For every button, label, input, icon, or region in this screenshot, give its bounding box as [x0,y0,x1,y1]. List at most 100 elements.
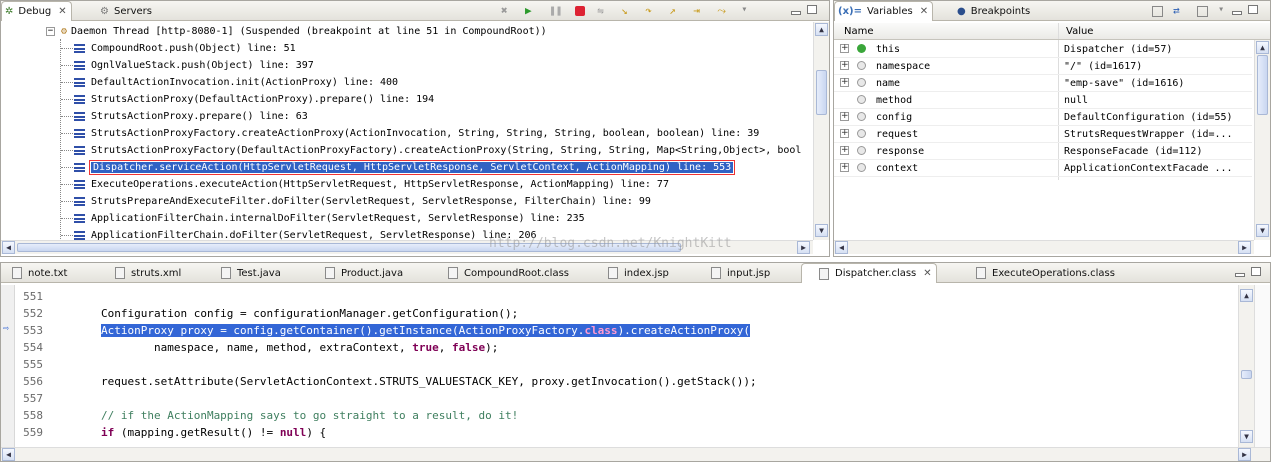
minimize-button[interactable] [1235,273,1245,277]
editor-tab[interactable]: struts.xml [98,263,185,283]
expand-icon[interactable]: + [840,163,849,172]
variables-icon: (x)= [838,6,862,17]
scroll-right-arrow[interactable]: ▶ [1238,241,1251,254]
maximize-button[interactable] [1248,5,1258,14]
tab-breakpoints[interactable]: ● Breakpoints [954,1,1034,21]
editor-tab[interactable]: Test.java [204,263,285,283]
code-editor[interactable]: ⇨ 551 552 Configuration config = configur… [1,285,1239,447]
resume-icon[interactable]: ▶ [525,4,539,18]
expand-icon[interactable]: + [840,129,849,138]
editor-vertical-scrollbar[interactable]: ▲ ▼ [1238,285,1254,447]
variable-row[interactable]: method null [834,92,1252,109]
expand-icon[interactable]: + [840,146,849,155]
view-menu-icon[interactable]: ▾ [1218,4,1232,18]
tab-servers[interactable]: ⚙ Servers [97,1,156,21]
variable-row[interactable]: + namespace "/" (id=1617) [834,58,1252,75]
show-type-names-icon[interactable] [1152,5,1163,17]
step-into-icon[interactable]: ↘ [621,4,635,18]
expand-icon[interactable]: + [840,61,849,70]
code-line[interactable]: namespace, name, method, extraContext, t… [48,341,498,354]
step-return-icon[interactable]: ↗ [669,4,683,18]
stack-frame-row[interactable]: ExecuteOperations.executeAction(HttpServ… [61,176,669,193]
close-icon[interactable]: ✕ [58,6,66,17]
scroll-up-arrow[interactable]: ▲ [1256,41,1269,54]
variables-vertical-scrollbar[interactable]: ▲ ▼ [1254,40,1270,240]
variable-row[interactable]: + response ResponseFacade (id=112) [834,143,1252,160]
thread-row[interactable]: − ⚙ Daemon Thread [http-8080-1] (Suspend… [46,23,547,40]
code-line[interactable]: // if the ActionMapping says to go strai… [48,409,518,422]
stack-frame-row[interactable]: CompoundRoot.push(Object) line: 51 [61,40,296,57]
stack-frame-row[interactable]: StrutsActionProxyFactory.createActionPro… [61,125,759,142]
stack-frame-row[interactable]: StrutsActionProxy(DefaultActionProxy).pr… [61,91,434,108]
editor-tab[interactable]: Dispatcher.class ✕ [801,263,937,283]
scroll-thumb[interactable] [1257,55,1268,115]
code-line[interactable]: if (mapping.getResult() != null) { [48,426,326,439]
editor-area: note.txt struts.xml Test.java Product.java C… [0,262,1271,462]
scroll-down-arrow[interactable]: ▼ [1240,430,1253,443]
scroll-right-arrow[interactable]: ▶ [1238,448,1251,461]
show-logical-structure-icon[interactable]: ⇄ [1173,4,1187,18]
column-name-header[interactable]: Name [844,26,874,37]
scroll-down-arrow[interactable]: ▼ [815,224,828,237]
stack-frame-row[interactable]: OgnlValueStack.push(Object) line: 397 [61,57,314,74]
scroll-left-arrow[interactable]: ◀ [2,448,15,461]
editor-tab[interactable]: index.jsp [591,263,673,283]
close-icon[interactable]: ✕ [923,268,931,279]
stack-frame-row[interactable]: DefaultActionInvocation.init(ActionProxy… [61,74,398,91]
scroll-up-arrow[interactable]: ▲ [815,23,828,36]
expand-icon[interactable]: + [840,44,849,53]
close-icon[interactable]: ✕ [920,6,928,17]
editor-tab[interactable]: Product.java [308,263,407,283]
maximize-button[interactable] [807,5,817,14]
code-line[interactable]: Configuration config = configurationMana… [48,307,518,320]
scroll-right-arrow[interactable]: ▶ [797,241,810,254]
ruler-gutter[interactable] [1,285,15,447]
scroll-thumb[interactable] [1241,370,1252,379]
step-over-icon[interactable]: ↷ [645,4,659,18]
stack-frame-row[interactable]: StrutsActionProxy.prepare() line: 63 [61,108,308,125]
code-line[interactable]: request.setAttribute(ServletActionContex… [48,375,757,388]
minimize-button[interactable] [791,11,801,15]
variable-value: "/" (id=1617) [1064,60,1143,72]
remove-terminated-icon[interactable]: ✖ [501,4,515,18]
variable-row[interactable]: + this Dispatcher (id=57) [834,41,1252,58]
tab-debug[interactable]: ✲ Debug ✕ [1,1,72,21]
view-menu-icon[interactable]: ▾ [741,4,755,18]
stack-frame-row[interactable]: ApplicationFilterChain.internalDoFilter(… [61,210,585,227]
editor-tab[interactable]: note.txt [1,263,71,283]
stack-frame-row[interactable]: StrutsActionProxyFactory(DefaultActionPr… [61,142,801,159]
scroll-thumb[interactable] [816,70,827,115]
variable-row[interactable]: + request StrutsRequestWrapper (id=... [834,126,1252,143]
editor-tab[interactable]: input.jsp [694,263,774,283]
current-instruction-line[interactable]: ActionProxy proxy = config.getContainer(… [48,324,1237,337]
maximize-button[interactable] [1251,267,1261,276]
suspend-icon[interactable]: ❚❚ [549,4,563,18]
variable-row[interactable]: + context ApplicationContextFacade ... [834,160,1252,177]
stack-frame-row[interactable]: Dispatcher.serviceAction(HttpServletRequ… [61,159,736,176]
stack-frame-row[interactable]: StrutsPrepareAndExecuteFilter.doFilter(S… [61,193,651,210]
debug-vertical-scrollbar[interactable]: ▲ ▼ [813,22,829,240]
expand-icon[interactable]: + [840,112,849,121]
disconnect-icon[interactable]: ⇋ [597,4,611,18]
editor-horizontal-scrollbar[interactable]: ◀ ▶ [1,447,1270,461]
editor-tab[interactable]: CompoundRoot.class [431,263,573,283]
variable-row[interactable]: + config DefaultConfiguration (id=55) [834,109,1252,126]
variable-row[interactable]: + name "emp-save" (id=1616) [834,75,1252,92]
use-step-filters-icon[interactable]: ⤳ [717,4,731,18]
column-value-header[interactable]: Value [1066,26,1093,37]
overview-ruler[interactable] [1254,285,1270,447]
scroll-left-arrow[interactable]: ◀ [2,241,15,254]
terminate-icon[interactable] [575,6,586,16]
stack-frame-row[interactable]: ApplicationFilterChain.doFilter(ServletR… [61,227,537,240]
drop-to-frame-icon[interactable]: ⇥ [693,4,707,18]
collapse-icon[interactable]: − [46,27,55,36]
scroll-down-arrow[interactable]: ▼ [1256,224,1269,237]
collapse-all-icon[interactable] [1197,5,1209,17]
minimize-button[interactable] [1232,11,1242,15]
variables-horizontal-scrollbar[interactable]: ◀ ▶ [834,240,1254,254]
editor-tab[interactable]: ExecuteOperations.class [959,263,1119,283]
scroll-left-arrow[interactable]: ◀ [835,241,848,254]
scroll-up-arrow[interactable]: ▲ [1240,289,1253,302]
tab-variables[interactable]: (x)= Variables ✕ [834,1,934,21]
expand-icon[interactable]: + [840,78,849,87]
